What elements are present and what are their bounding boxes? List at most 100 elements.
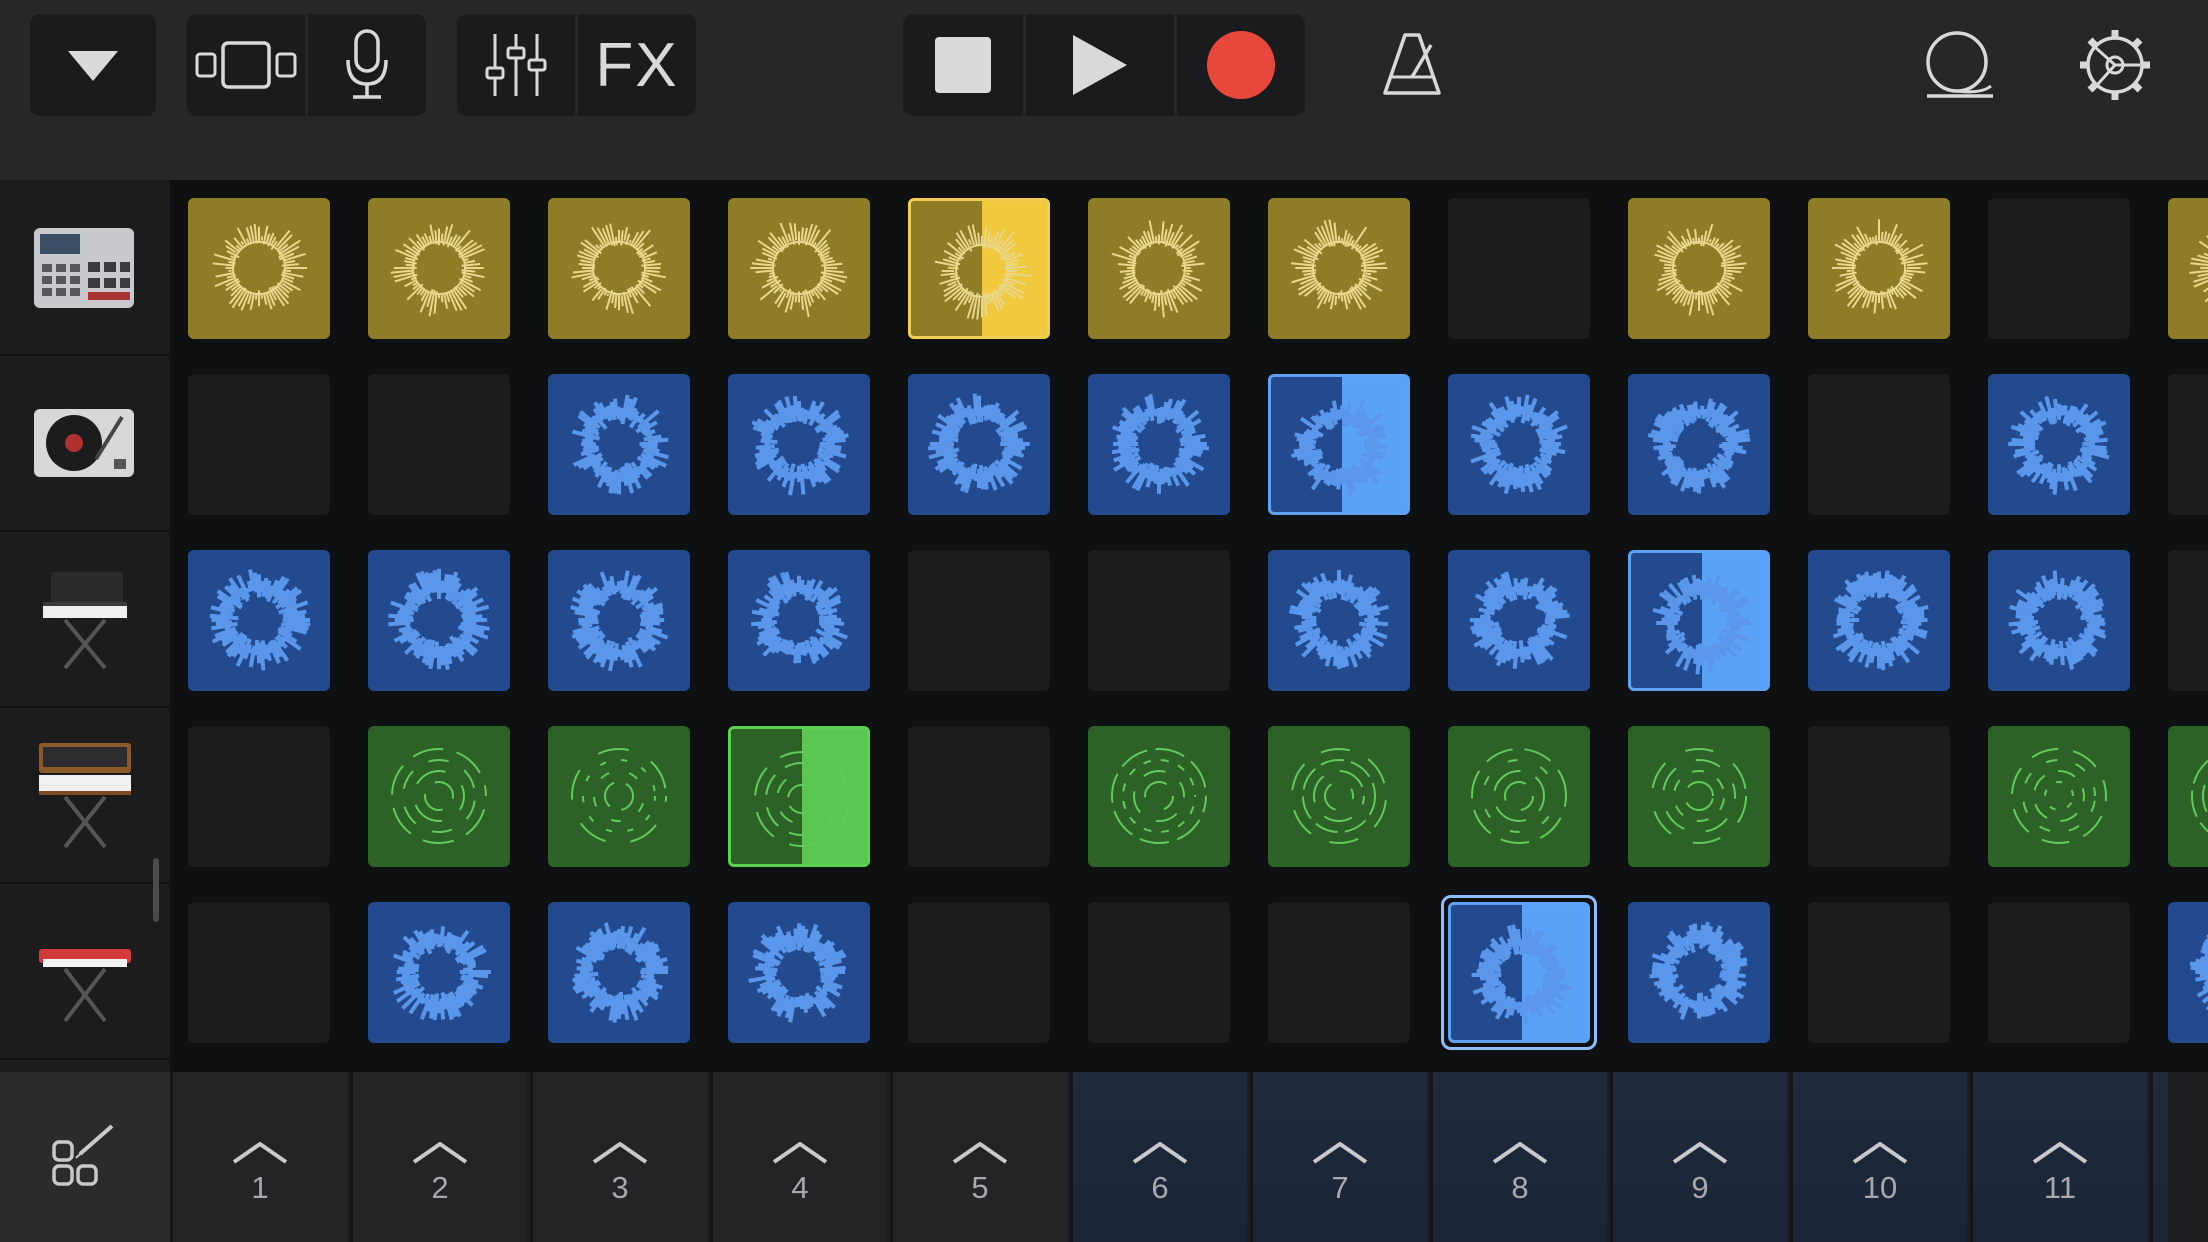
loop-cell[interactable]: [188, 198, 330, 339]
empty-cell[interactable]: [1268, 902, 1410, 1043]
waveform-icon: [1291, 377, 1407, 512]
scene-trigger-8[interactable]: 8: [1430, 1072, 1607, 1242]
loop-cell[interactable]: [1448, 726, 1590, 867]
loop-cell[interactable]: [1628, 550, 1770, 691]
waveform-icon: [1652, 553, 1767, 688]
empty-cell[interactable]: [188, 902, 330, 1043]
empty-cell[interactable]: [1808, 726, 1950, 867]
empty-cell[interactable]: [188, 374, 330, 515]
loop-cell[interactable]: [1448, 374, 1590, 515]
loop-cell[interactable]: [368, 550, 510, 691]
empty-cell[interactable]: [908, 550, 1050, 691]
empty-cell[interactable]: [2168, 374, 2208, 515]
loop-cell[interactable]: [368, 902, 510, 1043]
loop-cell[interactable]: [1268, 198, 1410, 339]
loop-cell[interactable]: [2168, 902, 2208, 1043]
loop-cell[interactable]: [1268, 374, 1410, 515]
empty-cell[interactable]: [188, 726, 330, 867]
scene-trigger-10[interactable]: 10: [1790, 1072, 1967, 1242]
track-header-synth-keyboard[interactable]: [0, 532, 170, 708]
track-header-red-keyboard[interactable]: [0, 884, 170, 1060]
scene-trigger-5[interactable]: 5: [890, 1072, 1067, 1242]
loop-cell[interactable]: [548, 374, 690, 515]
loop-cell[interactable]: [1988, 374, 2130, 515]
loop-cell[interactable]: [368, 198, 510, 339]
chevron-up-icon: [412, 1142, 468, 1164]
transport-group: [903, 14, 1305, 116]
empty-cell[interactable]: [908, 726, 1050, 867]
loop-cell[interactable]: [1088, 198, 1230, 339]
track-header-analog-synth[interactable]: [0, 708, 170, 884]
loop-cell[interactable]: [1988, 726, 2130, 867]
empty-cell[interactable]: [1988, 198, 2130, 339]
browser-menu-button[interactable]: [30, 14, 156, 116]
empty-cell[interactable]: [1088, 902, 1230, 1043]
loop-cell[interactable]: [1808, 550, 1950, 691]
loop-cell[interactable]: [1088, 726, 1230, 867]
mixer-button[interactable]: [457, 14, 575, 116]
empty-cell[interactable]: [1808, 374, 1950, 515]
scene-trigger-7[interactable]: 7: [1250, 1072, 1427, 1242]
settings-button[interactable]: [2073, 14, 2157, 116]
track-header-turntable[interactable]: [0, 356, 170, 532]
loop-cell[interactable]: [1628, 374, 1770, 515]
waveform-icon: [748, 923, 847, 1023]
scene-trigger-2[interactable]: 2: [350, 1072, 527, 1242]
empty-cell[interactable]: [908, 902, 1050, 1043]
empty-cell[interactable]: [1088, 550, 1230, 691]
scene-trigger-11[interactable]: 11: [1970, 1072, 2147, 1242]
scene-trigger-label: 7: [1331, 1170, 1349, 1205]
metronome-button[interactable]: [1370, 14, 1454, 116]
loop-cell[interactable]: [1088, 374, 1230, 515]
loop-cell[interactable]: [728, 374, 870, 515]
loop-cell[interactable]: [1628, 726, 1770, 867]
scene-trigger-3[interactable]: 3: [530, 1072, 707, 1242]
play-button[interactable]: [1023, 14, 1174, 116]
scene-trigger-9[interactable]: 9: [1610, 1072, 1787, 1242]
loop-cell[interactable]: [368, 726, 510, 867]
loop-cell[interactable]: [1268, 726, 1410, 867]
stop-button[interactable]: [903, 14, 1023, 116]
loop-cell[interactable]: [1628, 902, 1770, 1043]
loop-cell[interactable]: [728, 550, 870, 691]
waveform-icon: [209, 569, 311, 671]
loop-cell[interactable]: [728, 902, 870, 1043]
loop-cell[interactable]: [548, 198, 690, 339]
scene-trigger-partial[interactable]: [2150, 1072, 2168, 1242]
scene-trigger-1[interactable]: 1: [170, 1072, 347, 1242]
empty-cell[interactable]: [2168, 550, 2208, 691]
toolbar: FX: [0, 0, 2208, 180]
loop-cell[interactable]: [188, 550, 330, 691]
waveform-icon: [2008, 395, 2110, 495]
loop-cell[interactable]: [1448, 550, 1590, 691]
track-scroll-indicator[interactable]: [153, 858, 159, 922]
view-toggle-button[interactable]: [187, 14, 305, 116]
empty-cell[interactable]: [368, 374, 510, 515]
microphone-button[interactable]: [305, 14, 426, 116]
scene-trigger-6[interactable]: 6: [1070, 1072, 1247, 1242]
waveform-icon: [388, 568, 490, 670]
empty-cell[interactable]: [1808, 902, 1950, 1043]
loop-cell[interactable]: [1808, 198, 1950, 339]
loop-cell[interactable]: [908, 198, 1050, 339]
loop-cell[interactable]: [1988, 550, 2130, 691]
track-header-drum-machine[interactable]: [0, 180, 170, 356]
loop-cell[interactable]: [548, 550, 690, 691]
loop-cell[interactable]: [2168, 726, 2208, 867]
loop-cell[interactable]: [728, 198, 870, 339]
edit-cells-button[interactable]: [0, 1072, 170, 1242]
record-button[interactable]: [1174, 14, 1305, 116]
loop-cell[interactable]: [908, 374, 1050, 515]
fx-button[interactable]: FX: [575, 14, 696, 116]
empty-cell[interactable]: [1988, 902, 2130, 1043]
loop-cell[interactable]: [548, 726, 690, 867]
loop-cell[interactable]: [2168, 198, 2208, 339]
loop-cell[interactable]: [1628, 198, 1770, 339]
loop-cell[interactable]: [728, 726, 870, 867]
loop-cell[interactable]: [548, 902, 690, 1043]
scene-trigger-label: 5: [971, 1170, 989, 1205]
scene-trigger-4[interactable]: 4: [710, 1072, 887, 1242]
empty-cell[interactable]: [1448, 198, 1590, 339]
loop-cell[interactable]: [1268, 550, 1410, 691]
loop-browser-button[interactable]: [1917, 14, 2001, 116]
